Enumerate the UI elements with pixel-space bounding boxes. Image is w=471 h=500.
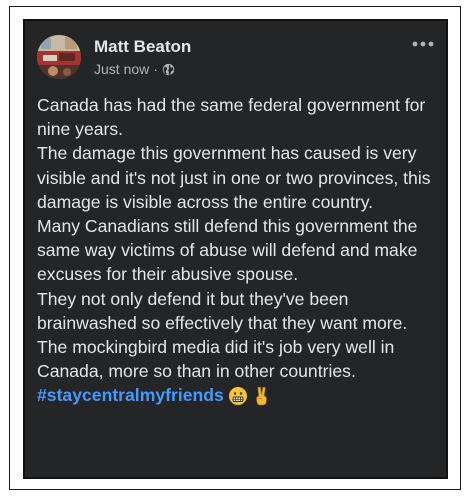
avatar[interactable] xyxy=(37,35,81,79)
facebook-post: Matt Beaton Just now · Canada has had th… xyxy=(23,19,448,479)
more-dots-icon[interactable] xyxy=(410,35,436,53)
avatar-image xyxy=(37,35,81,79)
globe-icon[interactable] xyxy=(162,63,175,76)
post-paragraph: Many Canadians still defend this governm… xyxy=(37,216,418,285)
author-name[interactable]: Matt Beaton xyxy=(94,37,191,57)
timestamp[interactable]: Just now xyxy=(94,61,149,77)
post-paragraph: Canada has had the same federal governme… xyxy=(37,95,426,140)
hashtag-line: #staycentralmyfriends xyxy=(37,383,442,407)
post-paragraph: The damage this government has caused is… xyxy=(37,143,431,212)
post-body: Canada has had the same federal governme… xyxy=(37,93,442,408)
post-header: Matt Beaton Just now · xyxy=(37,33,436,81)
post-paragraph: They not only defend it but they've been… xyxy=(37,288,408,333)
victory-hand-icon xyxy=(252,386,272,406)
meta-separator: · xyxy=(153,61,158,77)
post-paragraph: The mockingbird media did it's job very … xyxy=(37,337,395,382)
hashtag-link[interactable]: #staycentralmyfriends xyxy=(37,383,224,407)
grimacing-face-icon xyxy=(228,386,248,406)
post-meta: Just now · xyxy=(94,61,175,77)
